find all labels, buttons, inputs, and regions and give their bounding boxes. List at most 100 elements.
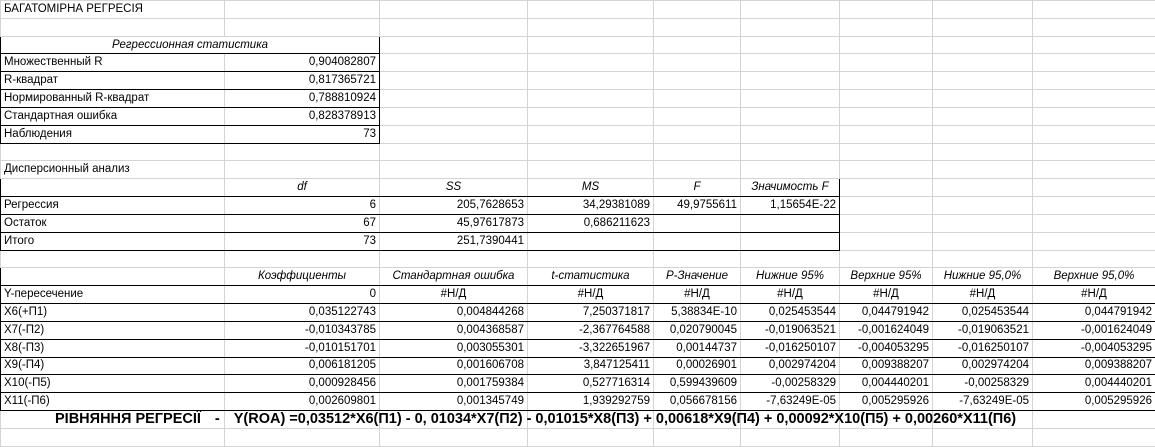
anova-cell[interactable]: 45,97617873 (379, 213, 528, 233)
empty-cell[interactable] (379, 0, 528, 19)
empty-cell[interactable] (527, 142, 654, 162)
coef-cell[interactable]: 0,025453544 (740, 303, 840, 322)
coef-cell[interactable]: -0,010343785 (224, 320, 380, 340)
coef-cell[interactable]: 0,006181205 (224, 356, 380, 376)
empty-cell[interactable] (932, 17, 1033, 37)
empty-cell[interactable] (379, 89, 528, 108)
empty-cell[interactable] (653, 106, 741, 126)
anova-cell[interactable]: 205,7628653 (379, 196, 528, 215)
anova-cell[interactable]: 67 (224, 213, 380, 233)
empty-cell[interactable] (224, 17, 380, 37)
coef-cell[interactable]: 0,527716314 (527, 374, 654, 394)
anova-cell[interactable] (653, 213, 741, 233)
empty-cell[interactable] (1032, 213, 1155, 233)
coef-header-cell[interactable]: Коэффициенты (224, 267, 380, 287)
anova-cell[interactable]: 6 (224, 196, 380, 215)
empty-cell[interactable] (527, 71, 654, 91)
regstat-label-cell[interactable]: R-квадрат (0, 71, 225, 91)
empty-cell[interactable] (839, 89, 933, 108)
regstat-label-cell[interactable]: Стандартная ошибка (0, 106, 225, 126)
empty-cell[interactable] (224, 142, 380, 162)
empty-cell[interactable] (740, 53, 840, 73)
coef-header-cell[interactable]: Стандартная ошибка (379, 267, 528, 287)
coef-cell[interactable]: 0,002974204 (740, 356, 840, 376)
empty-cell[interactable] (1032, 0, 1155, 19)
empty-cell[interactable] (740, 160, 840, 180)
empty-cell[interactable] (527, 35, 654, 55)
empty-cell[interactable] (224, 0, 380, 19)
coef-cell[interactable]: 0,001759384 (379, 374, 528, 394)
empty-cell[interactable] (224, 160, 380, 180)
empty-cell[interactable] (839, 249, 933, 269)
coef-cell[interactable]: 0,001606708 (379, 356, 528, 376)
empty-cell[interactable] (379, 124, 528, 144)
coef-cell[interactable]: #Н/Д (379, 285, 528, 305)
coef-cell[interactable]: 0,00026901 (653, 356, 741, 376)
regstat-header-cell[interactable]: Регрессионная статистика (0, 35, 380, 55)
coef-cell[interactable]: 0,004440201 (1032, 374, 1155, 394)
empty-cell[interactable] (379, 71, 528, 91)
empty-cell[interactable] (653, 160, 741, 180)
empty-cell[interactable] (1032, 35, 1155, 55)
coef-cell[interactable]: #Н/Д (932, 285, 1033, 305)
empty-cell[interactable] (932, 124, 1033, 144)
empty-cell[interactable] (527, 89, 654, 108)
regstat-label-cell[interactable]: Множественный R (0, 53, 225, 73)
anova-header-cell[interactable]: SS (379, 178, 528, 198)
anova-cell[interactable]: 49,9755611 (653, 196, 741, 215)
coef-cell[interactable]: #Н/Д (839, 285, 933, 305)
anova-cell[interactable] (527, 231, 654, 251)
regstat-value-cell[interactable]: 0,828378913 (224, 106, 380, 126)
coef-cell[interactable]: 0,002974204 (932, 356, 1033, 376)
coef-header-cell[interactable]: P-Значение (653, 267, 741, 287)
empty-cell[interactable] (740, 142, 840, 162)
regstat-value-cell[interactable]: 73 (224, 124, 380, 144)
empty-cell[interactable] (1032, 249, 1155, 269)
empty-cell[interactable] (653, 0, 741, 19)
coef-cell[interactable]: 0,00144737 (653, 338, 741, 358)
empty-cell[interactable] (1032, 71, 1155, 91)
coef-header-cell[interactable]: Нижние 95% (740, 267, 840, 287)
empty-cell[interactable] (932, 71, 1033, 91)
empty-cell[interactable] (379, 106, 528, 126)
empty-cell[interactable] (740, 249, 840, 269)
coef-cell[interactable]: 5,38834E-10 (653, 303, 741, 322)
coef-cell[interactable]: 7,250371817 (527, 303, 654, 322)
coef-cell[interactable]: -0,019063521 (740, 320, 840, 340)
empty-cell[interactable] (527, 0, 654, 19)
empty-cell[interactable] (839, 71, 933, 91)
empty-cell[interactable] (740, 0, 840, 19)
anova-cell[interactable] (740, 213, 840, 233)
coef-cell[interactable]: 0,009388207 (1032, 356, 1155, 376)
empty-cell[interactable] (653, 71, 741, 91)
coef-cell[interactable]: 0,009388207 (839, 356, 933, 376)
empty-cell[interactable] (839, 0, 933, 19)
empty-cell[interactable] (839, 142, 933, 162)
coef-cell[interactable]: -2,367764588 (527, 320, 654, 340)
coef-header-cell[interactable]: Верхние 95,0% (1032, 267, 1155, 287)
coef-cell[interactable]: -0,016250107 (932, 338, 1033, 358)
empty-cell[interactable] (932, 231, 1033, 251)
empty-cell[interactable] (379, 17, 528, 37)
regstat-label-cell[interactable]: Наблюдения (0, 124, 225, 144)
coef-cell[interactable]: 0,000928456 (224, 374, 380, 394)
empty-cell[interactable] (1032, 142, 1155, 162)
empty-cell[interactable] (932, 35, 1033, 55)
empty-cell[interactable] (839, 231, 933, 251)
anova-header-cell[interactable]: df (224, 178, 380, 198)
coef-cell[interactable]: 0,025453544 (932, 303, 1033, 322)
anova-cell[interactable] (653, 231, 741, 251)
empty-cell[interactable] (839, 53, 933, 73)
coef-cell[interactable]: 0,035122743 (224, 303, 380, 322)
coef-label-cell[interactable]: X10(-П5) (0, 374, 225, 394)
empty-cell[interactable] (839, 124, 933, 144)
empty-cell[interactable] (932, 53, 1033, 73)
empty-cell[interactable] (1032, 178, 1155, 198)
empty-cell[interactable] (740, 35, 840, 55)
coef-cell[interactable]: 0,020790045 (653, 320, 741, 340)
empty-cell[interactable] (932, 178, 1033, 198)
empty-cell[interactable] (1032, 160, 1155, 180)
coef-cell[interactable]: 0,004368587 (379, 320, 528, 340)
coef-header-blank[interactable] (0, 267, 225, 287)
empty-cell[interactable] (527, 249, 654, 269)
